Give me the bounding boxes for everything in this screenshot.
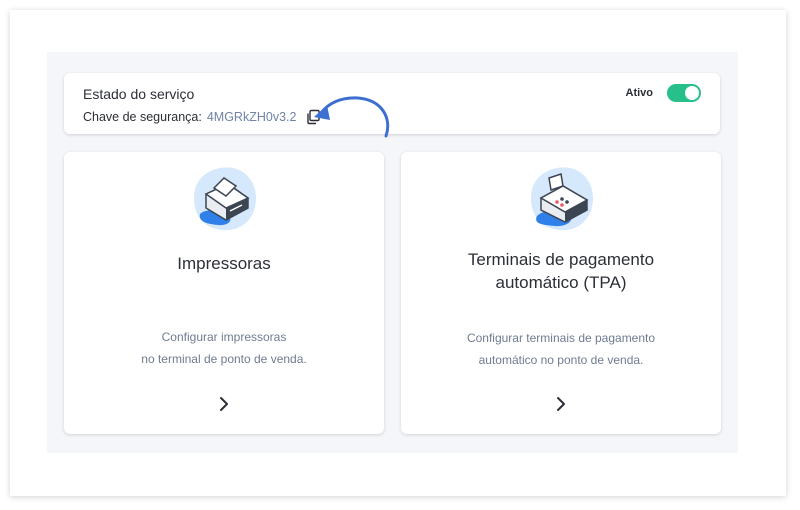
chevron-right-icon[interactable] (554, 396, 568, 412)
toggle-label: Ativo (625, 87, 654, 99)
chevron-right-icon[interactable] (217, 396, 231, 412)
printers-title: Impressoras (177, 254, 271, 273)
security-key-row: Chave de segurança: 4MGRkZH0v3.2 (83, 109, 321, 125)
toggle-knob (685, 86, 699, 100)
annotation-arrow-icon (314, 96, 390, 138)
service-toggle-group: Ativo (625, 84, 701, 102)
payment-terminals-description: Configurar terminais de pagamento automá… (466, 331, 656, 367)
service-status-title: Estado do serviço (83, 86, 195, 102)
security-key-value: 4MGRkZH0v3.2 (206, 110, 297, 124)
security-key-label: Chave de segurança: (83, 110, 202, 124)
payment-terminals-card[interactable]: Terminais de pagamento automático (TPA) … (401, 152, 721, 434)
printers-card[interactable]: Impressoras Configurar impressoras no te… (64, 152, 384, 434)
service-active-toggle[interactable] (667, 84, 701, 102)
payment-terminal-icon (531, 167, 593, 231)
payment-terminals-title: Terminais de pagamento automático (TPA) (467, 250, 655, 292)
printers-description: Configurar impressoras no terminal de po… (141, 330, 307, 366)
printer-icon (194, 167, 256, 231)
